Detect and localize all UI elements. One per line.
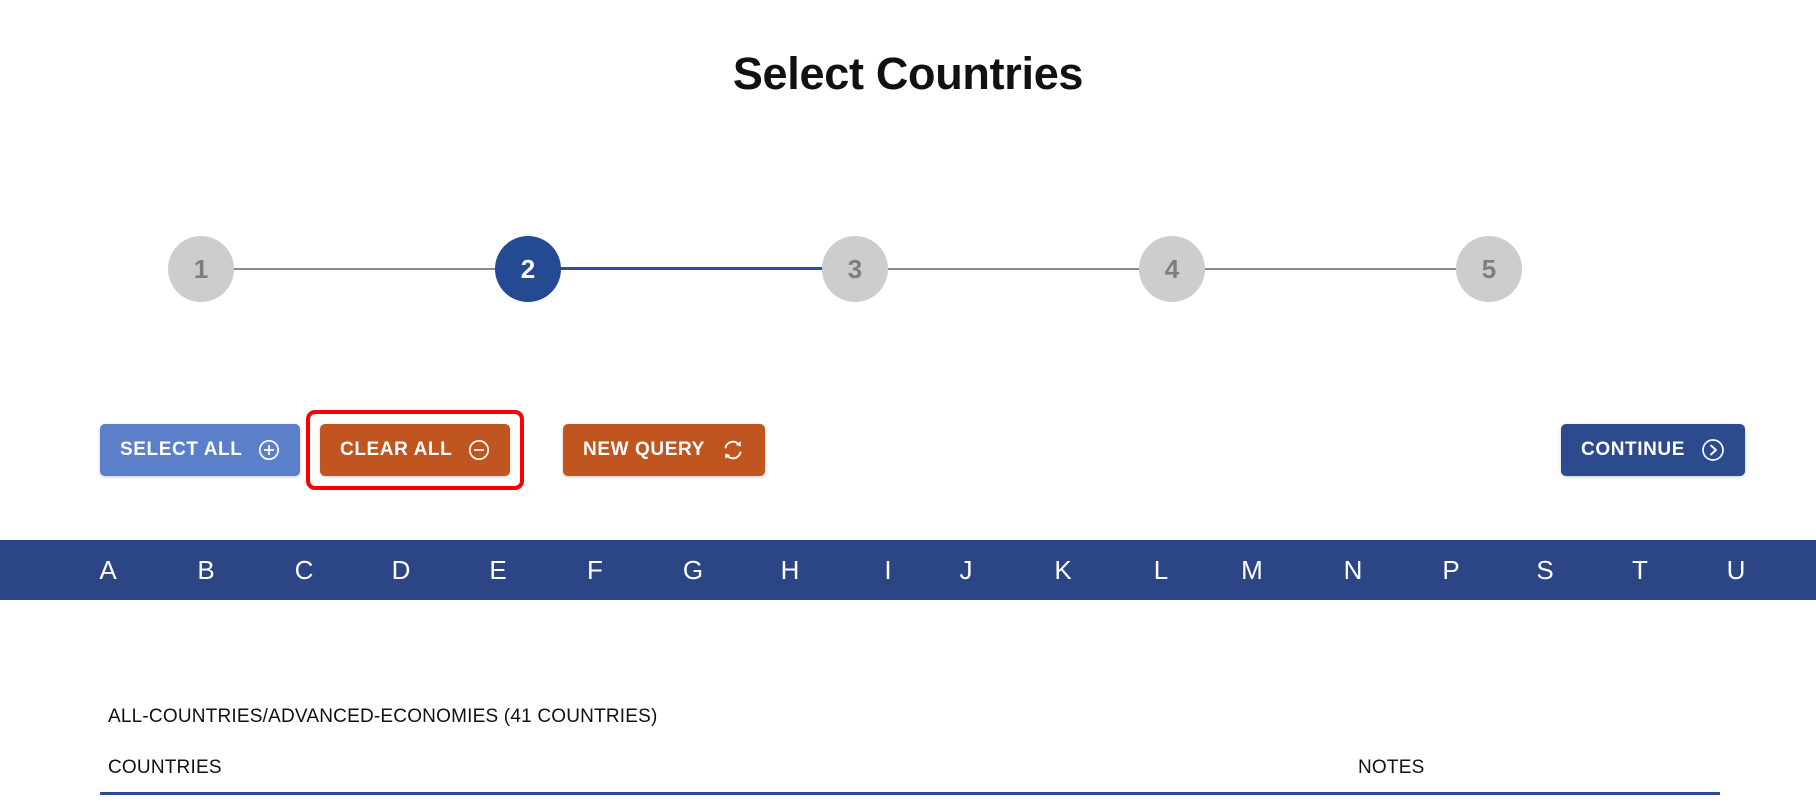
alpha-letter-i[interactable]: I xyxy=(868,540,908,600)
step-connector-1-2 xyxy=(234,268,528,270)
country-group-label: ALL-COUNTRIES/ADVANCED-ECONOMIES (41 COU… xyxy=(108,706,658,727)
new-query-label: NEW QUERY xyxy=(583,439,705,460)
table-header-divider xyxy=(100,792,1720,795)
step-connector-2-3 xyxy=(528,267,855,270)
step-circle-5[interactable]: 5 xyxy=(1456,236,1522,302)
continue-button[interactable]: CONTINUE xyxy=(1561,424,1746,476)
step-connector-4-5 xyxy=(1172,268,1489,270)
clear-all-highlight-wrapper: CLEAR ALL xyxy=(306,410,525,490)
refresh-icon xyxy=(721,438,745,462)
alpha-letter-d[interactable]: D xyxy=(381,540,421,600)
alpha-letter-n[interactable]: N xyxy=(1333,540,1373,600)
alpha-letter-m[interactable]: M xyxy=(1232,540,1272,600)
plus-circle-icon xyxy=(258,439,280,461)
continue-label: CONTINUE xyxy=(1581,439,1686,460)
alpha-letter-h[interactable]: H xyxy=(770,540,810,600)
alpha-letter-a[interactable]: A xyxy=(88,540,128,600)
new-query-button[interactable]: NEW QUERY xyxy=(563,424,765,476)
alpha-letter-e[interactable]: E xyxy=(478,540,518,600)
minus-circle-icon xyxy=(468,439,490,461)
step-circle-4[interactable]: 4 xyxy=(1139,236,1205,302)
clear-all-button[interactable]: CLEAR ALL xyxy=(320,424,511,476)
step-connector-3-4 xyxy=(855,268,1172,270)
clear-all-label: CLEAR ALL xyxy=(340,439,453,460)
alpha-letter-t[interactable]: T xyxy=(1620,540,1660,600)
step-circle-2[interactable]: 2 xyxy=(495,236,561,302)
select-all-button[interactable]: SELECT ALL xyxy=(100,424,301,476)
alpha-letter-g[interactable]: G xyxy=(673,540,713,600)
select-countries-page: Select Countries 1 2 3 4 5 SELECT ALL CL… xyxy=(0,0,1816,811)
page-title: Select Countries xyxy=(732,48,1084,99)
alpha-letter-j[interactable]: J xyxy=(946,540,986,600)
alpha-letter-u[interactable]: U xyxy=(1716,540,1756,600)
alpha-letter-s[interactable]: S xyxy=(1525,540,1565,600)
alpha-letter-k[interactable]: K xyxy=(1043,540,1083,600)
step-progress-indicator: 1 2 3 4 5 xyxy=(168,236,1768,302)
alpha-letter-b[interactable]: B xyxy=(186,540,226,600)
step-circle-1[interactable]: 1 xyxy=(168,236,234,302)
action-toolbar: SELECT ALL CLEAR ALL NEW QUERY CONTINUE xyxy=(0,410,1816,490)
column-header-notes: NOTES xyxy=(1358,757,1425,778)
alpha-letter-l[interactable]: L xyxy=(1141,540,1181,600)
select-all-label: SELECT ALL xyxy=(120,439,243,460)
column-header-countries: COUNTRIES xyxy=(108,757,222,778)
alpha-letter-p[interactable]: P xyxy=(1431,540,1471,600)
step-circle-3[interactable]: 3 xyxy=(822,236,888,302)
alphabet-filter-bar: A B C D E F G H I J K L M N P S T U xyxy=(0,540,1816,600)
alpha-letter-c[interactable]: C xyxy=(284,540,324,600)
chevron-right-circle-icon xyxy=(1701,438,1725,462)
alpha-letter-f[interactable]: F xyxy=(575,540,615,600)
